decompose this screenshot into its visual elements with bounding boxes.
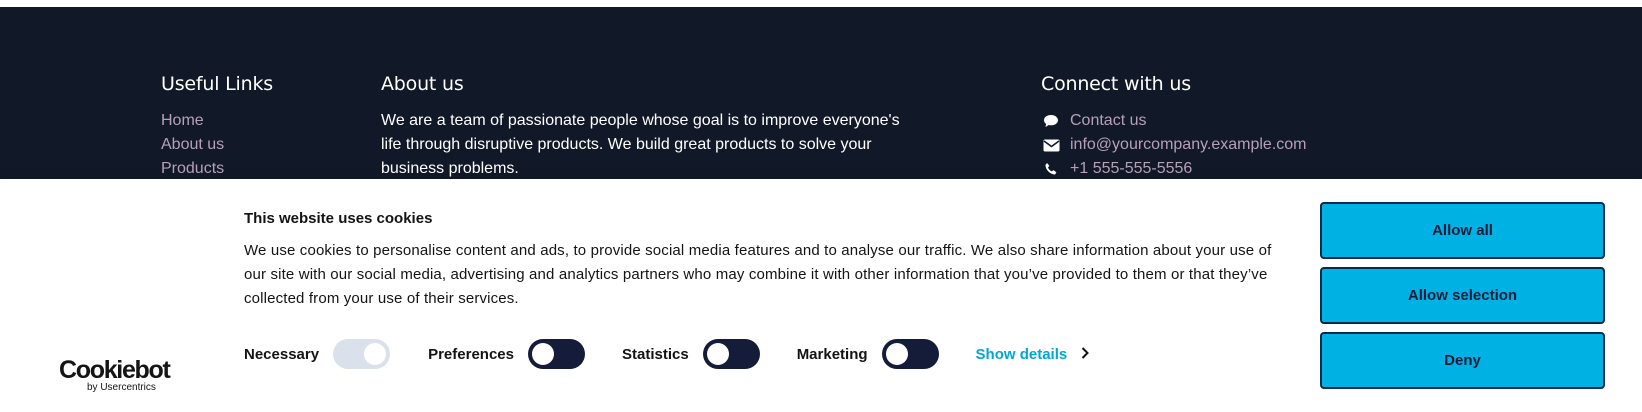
toggle-knob (364, 343, 387, 365)
toggle-group-preferences: Preferences (428, 339, 585, 369)
envelope-icon (1041, 137, 1061, 153)
cookie-description: We use cookies to personalise content an… (244, 242, 1272, 307)
necessary-toggle (333, 339, 391, 369)
cookie-title: This website uses cookies (244, 210, 433, 227)
cookie-consent-banner: Cookiebot by Usercentrics This website u… (0, 179, 1642, 412)
necessary-label: Necessary (244, 345, 320, 363)
allow-all-button[interactable]: Allow all (1320, 202, 1605, 259)
footer-link-home[interactable]: Home (161, 109, 273, 133)
marketing-label: Marketing (796, 345, 868, 363)
cookiebot-logo: Cookiebot by Usercentrics (59, 356, 171, 394)
top-strip (0, 0, 1642, 7)
contact-row: Contact us (1041, 109, 1307, 133)
toggle-group-statistics: Statistics (622, 339, 760, 369)
cookiebot-logo-word: Cookiebot (59, 356, 171, 384)
toggle-group-necessary: Necessary (244, 339, 391, 369)
about-text: We are a team of passionate people whose… (381, 112, 900, 177)
show-details-link[interactable]: Show details (976, 346, 1090, 363)
connect-heading: Connect with us (1041, 73, 1191, 95)
comment-icon (1041, 113, 1061, 129)
phone-row: +1 555-555-5556 (1041, 157, 1307, 181)
footer-link-products[interactable]: Products (161, 157, 273, 181)
phone-icon (1041, 161, 1061, 177)
email-link[interactable]: info@yourcompany.example.com (1070, 133, 1307, 157)
connect-column: Connect with us Contact us info@yourcomp… (1041, 73, 1307, 181)
chevron-right-icon (1081, 346, 1090, 363)
email-row: info@yourcompany.example.com (1041, 133, 1307, 157)
useful-links-column: Useful Links Home About us Products (161, 73, 273, 181)
useful-links-heading: Useful Links (161, 73, 273, 95)
site-footer: Useful Links Home About us Products Abou… (0, 7, 1642, 179)
toggle-knob (706, 343, 729, 365)
about-column: About us We are a team of passionate peo… (381, 73, 901, 181)
consent-toggles: Necessary Preferences Statistics Marketi… (244, 339, 1090, 369)
toggle-knob (885, 343, 908, 365)
footer-link-about-us[interactable]: About us (161, 133, 273, 157)
preferences-toggle[interactable] (527, 339, 585, 369)
contact-us-link[interactable]: Contact us (1070, 109, 1146, 133)
toggle-group-marketing: Marketing (797, 339, 939, 369)
phone-link[interactable]: +1 555-555-5556 (1070, 157, 1192, 181)
statistics-label: Statistics (621, 345, 689, 363)
deny-button[interactable]: Deny (1320, 332, 1605, 389)
show-details-label: Show details (975, 345, 1068, 363)
preferences-label: Preferences (428, 345, 514, 363)
statistics-toggle[interactable] (702, 339, 760, 369)
marketing-toggle[interactable] (881, 339, 939, 369)
toggle-knob (531, 343, 554, 365)
about-heading: About us (381, 73, 464, 95)
allow-selection-button[interactable]: Allow selection (1320, 267, 1605, 324)
